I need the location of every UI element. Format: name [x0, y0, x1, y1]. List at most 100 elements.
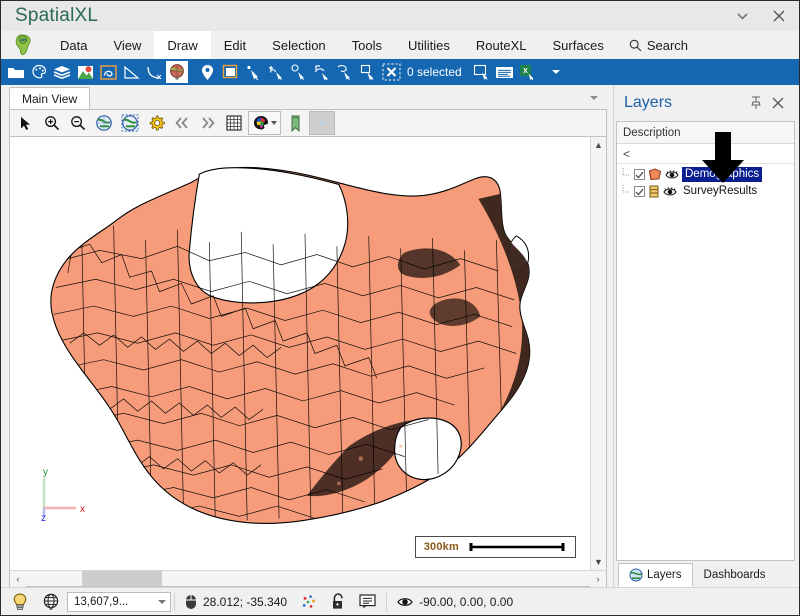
view-tabs-overflow-icon[interactable]: [587, 91, 601, 105]
camera-values: -90.00, 0.00, 0.00: [419, 594, 514, 609]
browse-data-icon[interactable]: [97, 61, 119, 83]
projection-button[interactable]: [35, 591, 67, 613]
close-icon[interactable]: [767, 92, 789, 114]
app-logo-button[interactable]: AB: [1, 31, 47, 59]
map-pin-image-icon[interactable]: [74, 61, 96, 83]
select-point-icon[interactable]: [242, 61, 264, 83]
snapping-button[interactable]: [294, 591, 324, 613]
export-excel-icon[interactable]: X: [517, 61, 539, 83]
scroll-right-button[interactable]: ›: [590, 571, 606, 587]
map-pane: Main View y x z 300km ▲ ▼ ‹ ›: [1, 85, 613, 587]
layers-panel-title: Layers: [624, 94, 673, 111]
tab-main-view[interactable]: Main View: [9, 87, 91, 109]
pin-icon[interactable]: [745, 92, 767, 114]
zoom-in-icon[interactable]: [40, 111, 64, 135]
color-theme-button[interactable]: [248, 111, 281, 135]
layer-name-label: SurveyResults: [683, 185, 758, 197]
map-horizontal-scrollbar[interactable]: ‹ ›: [10, 570, 606, 587]
arrow-select-icon[interactable]: [14, 111, 38, 135]
clear-selection-icon[interactable]: [380, 61, 402, 83]
next-extent-icon[interactable]: [196, 111, 220, 135]
eye-icon: [397, 597, 413, 606]
layer-row-surveyresults[interactable]: SurveyResults: [617, 183, 794, 200]
sparkle-icon[interactable]: [309, 111, 335, 135]
place-marker-icon[interactable]: [196, 61, 218, 83]
color-theme-caret[interactable]: [271, 121, 277, 125]
layers-stack-icon[interactable]: [51, 61, 73, 83]
dock-tab-layers[interactable]: Layers: [618, 563, 693, 587]
scale-selector[interactable]: 13,607,9...: [67, 591, 171, 612]
open-folder-icon[interactable]: [5, 61, 27, 83]
vertical-scroll-track[interactable]: [591, 153, 606, 554]
scroll-down-button[interactable]: ▼: [591, 554, 606, 570]
scroll-up-button[interactable]: ▲: [591, 137, 606, 153]
zoom-out-icon[interactable]: [66, 111, 90, 135]
layer-visibility-checkbox[interactable]: [634, 169, 645, 180]
measure-curve-icon[interactable]: [143, 61, 165, 83]
globe-zoom-selection-icon[interactable]: [118, 111, 142, 135]
horizontal-scroll-track[interactable]: [26, 571, 590, 586]
select-circle-icon[interactable]: [311, 61, 333, 83]
menu-item-edit[interactable]: Edit: [211, 31, 259, 59]
scale-bar: 300km: [414, 536, 576, 558]
chevron-down-icon[interactable]: [158, 599, 166, 604]
notes-icon: [359, 594, 376, 609]
table-view-icon[interactable]: [494, 61, 516, 83]
layers-dock: Layers Description < Demographics Survey…: [613, 85, 799, 587]
hint-button[interactable]: [5, 591, 35, 613]
close-icon: [773, 10, 785, 22]
select-box-icon[interactable]: [357, 61, 379, 83]
map-canvas[interactable]: y x z 300km: [10, 137, 590, 570]
select-lasso-icon[interactable]: [334, 61, 356, 83]
globe-wire-icon: [43, 593, 59, 610]
mouse-icon: [186, 594, 196, 609]
layer-visibility-checkbox[interactable]: [634, 186, 645, 197]
globe-icon[interactable]: [166, 61, 188, 83]
dock-tab-strip: Layers Dashboards: [614, 561, 799, 587]
notes-button[interactable]: [352, 591, 383, 613]
map-vertical-scrollbar[interactable]: ▲ ▼: [590, 137, 606, 570]
ribbon-overflow-caret[interactable]: [547, 61, 565, 83]
eye-icon[interactable]: [663, 186, 677, 198]
eye-icon[interactable]: [665, 169, 679, 181]
search-button[interactable]: Search: [617, 31, 700, 59]
menu-item-view[interactable]: View: [100, 31, 154, 59]
main-toolbar: 0 selected X: [1, 59, 799, 85]
menu-item-routexl[interactable]: RouteXL: [463, 31, 540, 59]
select-rect-icon[interactable]: [288, 61, 310, 83]
globe-zoom-extent-icon[interactable]: [92, 111, 116, 135]
bookmark-icon[interactable]: [283, 111, 307, 135]
select-move-icon[interactable]: [265, 61, 287, 83]
status-divider: [174, 592, 175, 611]
dock-tab-label: Layers: [647, 569, 682, 581]
grid-icon[interactable]: [222, 111, 246, 135]
palette-pin-icon[interactable]: [28, 61, 50, 83]
svg-text:AB: AB: [20, 37, 26, 42]
coordinates-value: 28.012; -35.340: [203, 594, 288, 609]
close-button[interactable]: [759, 1, 799, 31]
scroll-left-button[interactable]: ‹: [10, 571, 26, 587]
dock-tab-dashboards[interactable]: Dashboards: [693, 563, 777, 587]
menu-item-surfaces[interactable]: Surfaces: [540, 31, 617, 59]
layer-row-demographics[interactable]: Demographics: [617, 166, 794, 183]
duplicate-selection-icon[interactable]: [471, 61, 493, 83]
settings-gear-icon[interactable]: [144, 111, 168, 135]
tree-connector: [621, 167, 631, 182]
menu-item-utilities[interactable]: Utilities: [395, 31, 463, 59]
menu-item-tools[interactable]: Tools: [339, 31, 395, 59]
image-frame-icon[interactable]: [219, 61, 241, 83]
search-label: Search: [646, 37, 689, 53]
menu-item-data[interactable]: Data: [47, 31, 100, 59]
map-view-container: y x z 300km ▲ ▼ ‹ ›: [9, 137, 607, 587]
status-divider: [386, 592, 388, 611]
measure-angle-icon[interactable]: [120, 61, 142, 83]
previous-extent-icon[interactable]: [170, 111, 194, 135]
dock-tab-label: Dashboards: [703, 569, 766, 581]
app-title: SpatialXL: [15, 5, 99, 26]
layers-filter-row[interactable]: <: [617, 144, 794, 164]
minimize-button[interactable]: [725, 1, 759, 31]
axis-orientation-indicator: y x z: [32, 464, 88, 524]
menu-item-selection[interactable]: Selection: [259, 31, 338, 59]
menu-item-draw[interactable]: Draw: [154, 31, 211, 59]
lock-button[interactable]: [324, 591, 352, 613]
